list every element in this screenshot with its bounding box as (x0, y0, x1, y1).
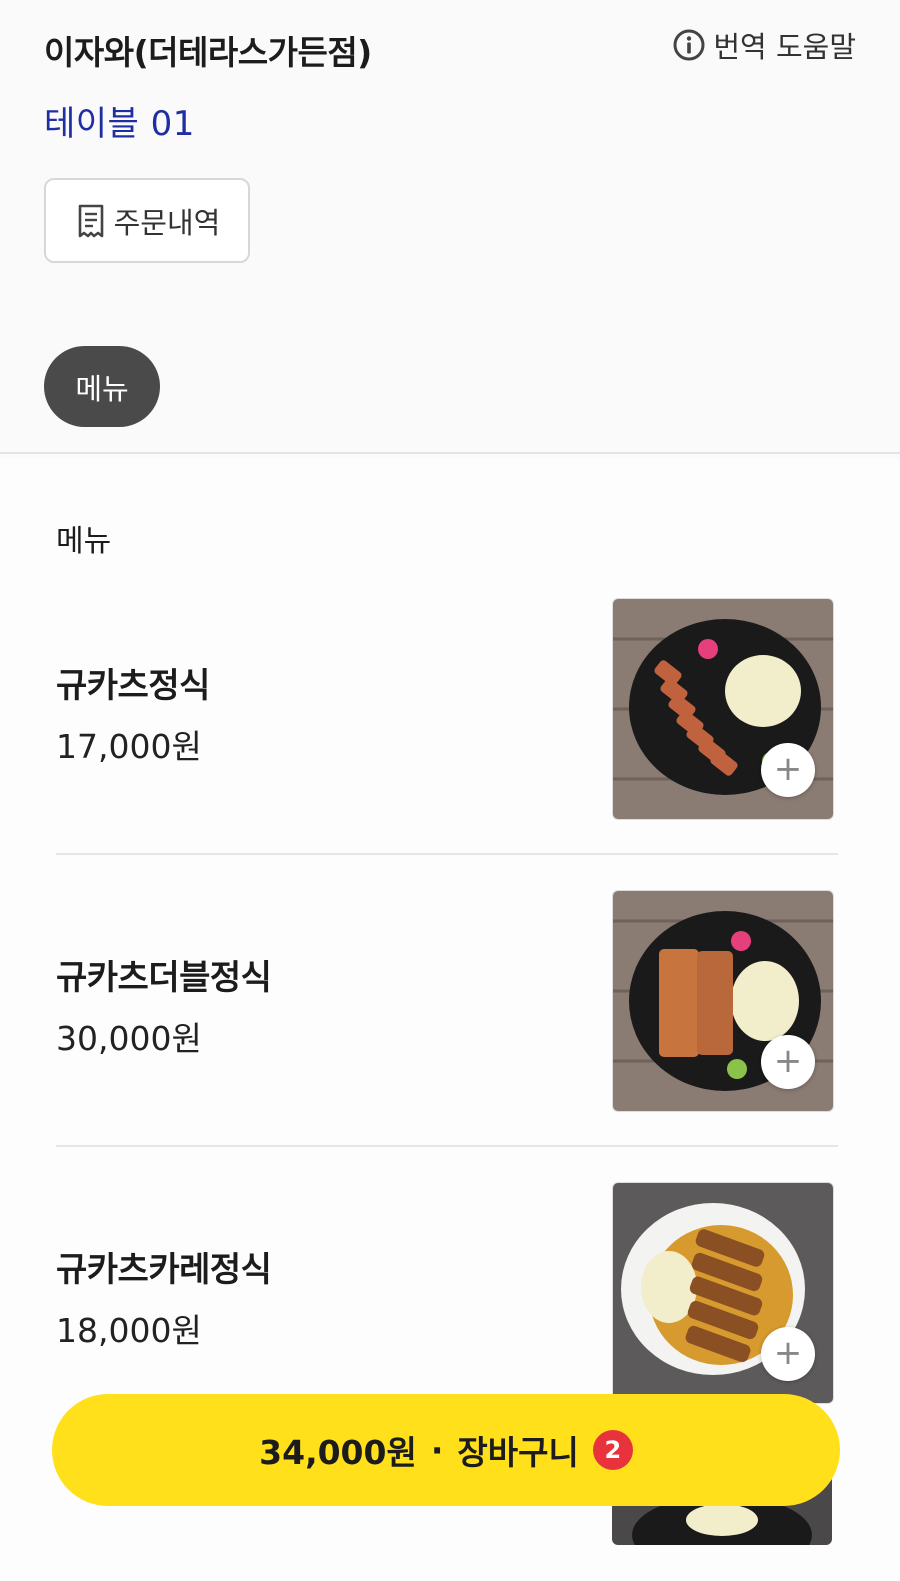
menu-item-price: 30,000원 (56, 1019, 202, 1058)
order-history-label: 주문내역 (113, 205, 221, 240)
add-to-cart-button[interactable]: + (761, 1035, 815, 1089)
plus-icon: + (773, 1332, 803, 1373)
row-divider (56, 853, 838, 855)
translation-help-label: 번역 도움말 (713, 30, 856, 64)
menu-item[interactable]: 규카츠정식 17,000원 + (0, 598, 900, 890)
table-name: 테이블 01 (44, 104, 195, 144)
order-history-button[interactable]: 주문내역 (44, 178, 250, 263)
plus-icon: + (773, 748, 803, 789)
translation-help-button[interactable]: 번역 도움말 (673, 24, 856, 66)
add-to-cart-button[interactable]: + (761, 1327, 815, 1381)
menu-item-price: 18,000원 (56, 1311, 202, 1350)
header: 이자와(더테라스가든점) 번역 도움말 테이블 01 주문내역 메뉴 (0, 0, 900, 458)
menu-item-name: 규카츠정식 (56, 666, 210, 706)
store-name: 이자와(더테라스가든점) (44, 33, 372, 72)
menu-item[interactable]: 규카츠더블정식 30,000원 + (0, 890, 900, 1182)
info-circle-icon (673, 29, 705, 61)
cart-separator: · (430, 1430, 444, 1470)
menu-item-name: 규카츠카레정식 (56, 1250, 272, 1290)
menu-item-price: 17,000원 (56, 727, 202, 766)
tab-menu[interactable]: 메뉴 (44, 346, 160, 427)
receipt-icon (78, 204, 103, 237)
cart-label: 장바구니 (457, 1433, 579, 1472)
cart-button[interactable]: 34,000원 · 장바구니 2 (52, 1394, 840, 1506)
header-divider (0, 452, 900, 454)
section-title: 메뉴 (56, 524, 112, 559)
menu-item-name: 규카츠더블정식 (56, 958, 272, 998)
plus-icon: + (773, 1040, 803, 1081)
cart-count-badge: 2 (592, 1430, 633, 1470)
add-to-cart-button[interactable]: + (761, 743, 815, 797)
row-divider (56, 1145, 838, 1147)
cart-total: 34,000원 (259, 1433, 417, 1472)
